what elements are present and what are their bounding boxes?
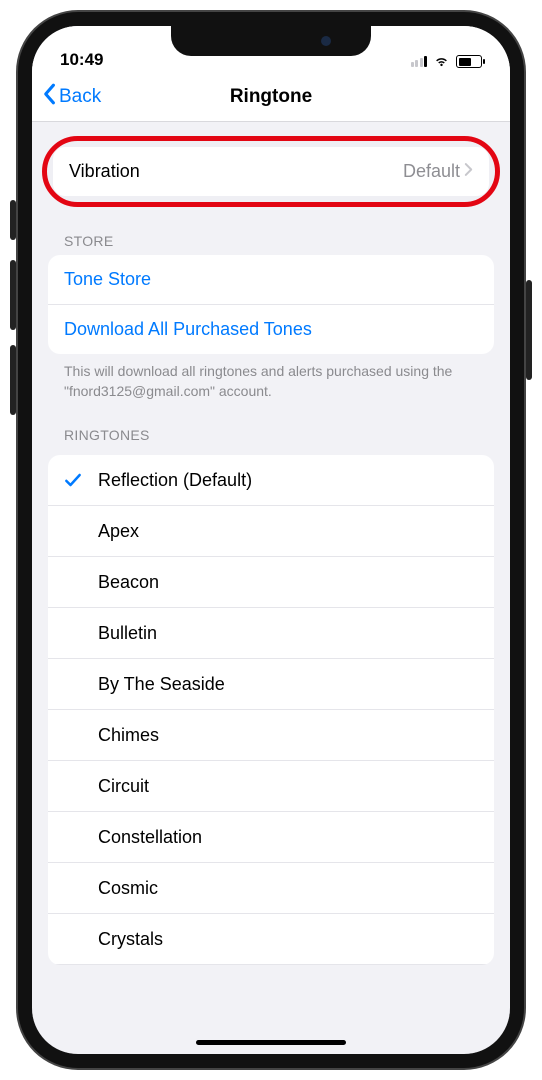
home-indicator[interactable]	[196, 1040, 346, 1045]
ringtone-label: By The Seaside	[98, 660, 225, 709]
ringtone-label: Bulletin	[98, 609, 157, 658]
notch	[171, 26, 371, 56]
ringtone-item[interactable]: Chimes	[48, 710, 494, 761]
ringtone-label: Cosmic	[98, 864, 158, 913]
ringtone-item[interactable]: By The Seaside	[48, 659, 494, 710]
screen: 10:49 Back Ringtone	[32, 26, 510, 1054]
ringtone-item[interactable]: Apex	[48, 506, 494, 557]
status-time: 10:49	[60, 50, 103, 70]
download-purchased-row[interactable]: Download All Purchased Tones	[48, 305, 494, 354]
ringtone-label: Constellation	[98, 813, 202, 862]
back-label: Back	[59, 86, 101, 108]
phone-frame: 10:49 Back Ringtone	[18, 12, 524, 1068]
ringtone-item[interactable]: Beacon	[48, 557, 494, 608]
ringtone-item[interactable]: Reflection (Default)	[48, 455, 494, 506]
store-footer: This will download all ringtones and ale…	[32, 354, 510, 401]
ringtone-label: Apex	[98, 507, 139, 556]
vibration-row[interactable]: Vibration Default	[53, 147, 489, 196]
chevron-right-icon	[464, 161, 473, 182]
back-button[interactable]: Back	[42, 83, 101, 111]
chevron-left-icon	[42, 83, 56, 111]
checkmark-icon	[48, 470, 98, 490]
ringtone-item[interactable]: Circuit	[48, 761, 494, 812]
ringtone-label: Circuit	[98, 762, 149, 811]
status-right	[411, 53, 483, 70]
ringtone-item[interactable]: Constellation	[48, 812, 494, 863]
ringtone-label: Reflection (Default)	[98, 456, 252, 505]
tone-store-label: Tone Store	[64, 269, 151, 290]
page-title: Ringtone	[32, 86, 510, 108]
ringtones-list: Reflection (Default)ApexBeaconBulletinBy…	[48, 455, 494, 965]
ringtone-item[interactable]: Cosmic	[48, 863, 494, 914]
content-scroll[interactable]: Vibration Default STORE Tone Store	[32, 122, 510, 1024]
wifi-icon	[433, 53, 450, 70]
ringtone-item[interactable]: Bulletin	[48, 608, 494, 659]
cellular-signal-icon	[411, 56, 428, 67]
battery-icon	[456, 55, 482, 68]
ringtone-label: Beacon	[98, 558, 159, 607]
ringtones-header: RINGTONES	[32, 401, 510, 449]
store-header: STORE	[32, 207, 510, 255]
vibration-label: Vibration	[69, 161, 140, 182]
ringtone-label: Crystals	[98, 915, 163, 964]
vibration-highlight: Vibration Default	[42, 136, 500, 207]
ringtone-label: Chimes	[98, 711, 159, 760]
vibration-value: Default	[403, 161, 460, 182]
ringtone-item[interactable]: Crystals	[48, 914, 494, 965]
tone-store-row[interactable]: Tone Store	[48, 255, 494, 305]
download-purchased-label: Download All Purchased Tones	[64, 319, 312, 340]
store-group: Tone Store Download All Purchased Tones	[48, 255, 494, 354]
nav-bar: Back Ringtone	[32, 72, 510, 122]
